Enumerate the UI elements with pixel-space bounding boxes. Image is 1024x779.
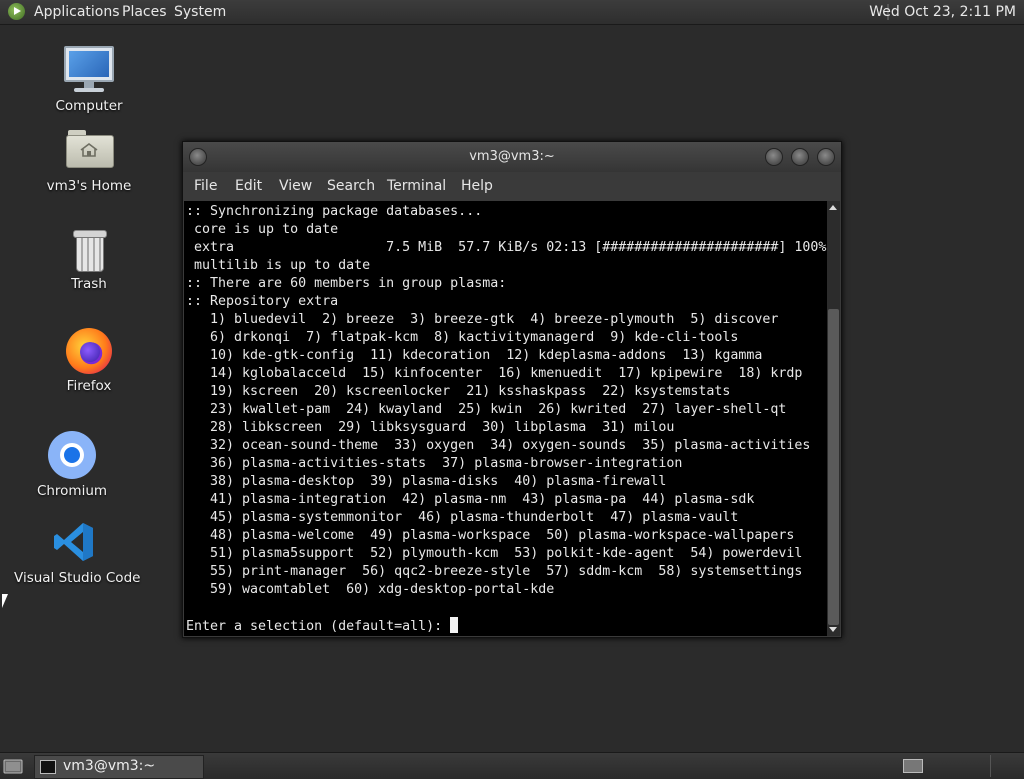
firefox-icon [66, 328, 112, 374]
menu-applications[interactable]: Applications [34, 4, 120, 20]
terminal-line: multilib is up to date [186, 258, 371, 273]
terminal-prompt: Enter a selection (default=all): [186, 619, 451, 634]
terminal-line: 48) plasma-welcome 49) plasma-workspace … [186, 528, 795, 543]
menu-edit[interactable]: Edit [235, 178, 262, 194]
terminal-cursor [450, 617, 459, 633]
terminal-line: core is up to date [186, 222, 339, 237]
clock[interactable]: Wed Oct 23, 2:11 PM [869, 4, 1016, 20]
menu-help[interactable]: Help [461, 178, 493, 194]
menu-terminal[interactable]: Terminal [387, 178, 446, 194]
computer-icon [44, 46, 134, 92]
menu-view[interactable]: View [279, 178, 312, 194]
scroll-down-arrow-icon[interactable] [829, 627, 837, 632]
terminal-line: :: There are 60 members in group plasma: [186, 276, 507, 291]
desktop-icon-computer[interactable]: Computer [44, 46, 134, 114]
maximize-button[interactable] [791, 148, 809, 166]
terminal-window[interactable]: vm3@vm3:~ File Edit View Search Terminal… [182, 141, 842, 638]
taskbar-button-label: vm3@vm3:~ [63, 758, 156, 774]
window-menu-button[interactable] [189, 148, 207, 166]
terminal-line: :: Synchronizing package databases... [186, 204, 483, 219]
terminal-icon [40, 760, 56, 774]
terminal-line: 59) wacomtablet 60) xdg-desktop-portal-k… [186, 582, 555, 597]
menu-system[interactable]: System [174, 4, 226, 20]
terminal-menubar: File Edit View Search Terminal Help [183, 172, 841, 200]
terminal-line: 14) kglobalacceld 15) kinfocenter 16) km… [186, 366, 803, 381]
taskbar-button-terminal[interactable]: vm3@vm3:~ [34, 755, 204, 779]
terminal-line: extra 7.5 MiB 57.7 KiB/s 02:13 [########… [186, 240, 827, 255]
menu-search[interactable]: Search [327, 178, 375, 194]
scrollbar-thumb[interactable] [828, 309, 839, 625]
desktop-icon-vscode[interactable]: Visual Studio Code [14, 520, 141, 586]
desktop-icon-label: Computer [55, 98, 123, 114]
terminal-line: 28) libkscreen 29) libksysguard 30) libp… [186, 420, 675, 435]
show-desktop-icon[interactable] [3, 757, 23, 775]
desktop-icon-chromium[interactable]: Chromium [22, 431, 122, 499]
desktop-icon-label: vm3's Home [46, 178, 132, 194]
terminal-line: 55) print-manager 56) qqc2-breeze-style … [186, 564, 803, 579]
menu-file[interactable]: File [194, 178, 217, 194]
desktop-icon-home[interactable]: vm3's Home [44, 130, 134, 194]
terminal-output[interactable]: :: Synchronizing package databases... co… [184, 201, 827, 636]
desktop-icon-label: Chromium [36, 483, 108, 499]
menu-places[interactable]: Places [122, 4, 167, 20]
trash-icon [72, 230, 107, 272]
terminal-line: 45) plasma-systemmonitor 46) plasma-thun… [186, 510, 739, 525]
desktop-icon-firefox[interactable]: Firefox [44, 328, 134, 394]
workspace-switcher[interactable] [903, 759, 923, 773]
desktop-icon-label: Visual Studio Code [14, 570, 141, 586]
desktop-icon-label: Firefox [66, 378, 112, 394]
chromium-icon [48, 431, 96, 479]
terminal-line: 6) drkonqi 7) flatpak-kcm 8) kactivityma… [186, 330, 739, 345]
minimize-button[interactable] [765, 148, 783, 166]
terminal-line: 36) plasma-activities-stats 37) plasma-b… [186, 456, 683, 471]
terminal-line: 41) plasma-integration 42) plasma-nm 43)… [186, 492, 755, 507]
terminal-line: 32) ocean-sound-theme 33) oxygen 34) oxy… [186, 438, 811, 453]
terminal-line: :: Repository extra [186, 294, 339, 309]
desktop-icon-trash[interactable]: Trash [44, 230, 134, 292]
desktop-icon-label: Trash [71, 276, 107, 292]
terminal-line: 23) kwallet-pam 24) kwayland 25) kwin 26… [186, 402, 787, 417]
close-button[interactable] [817, 148, 835, 166]
window-title: vm3@vm3:~ [469, 149, 555, 164]
terminal-scrollbar[interactable] [827, 201, 840, 636]
home-folder-icon [66, 130, 114, 168]
bottom-panel: vm3@vm3:~ [0, 752, 1024, 779]
terminal-prompt-line[interactable]: Enter a selection (default=all): [186, 617, 826, 635]
scroll-up-arrow-icon[interactable] [829, 205, 837, 210]
terminal-line: 38) plasma-desktop 39) plasma-disks 40) … [186, 474, 667, 489]
terminal-line: 19) kscreen 20) kscreenlocker 21) ksshas… [186, 384, 731, 399]
applications-logo-icon[interactable] [8, 3, 25, 20]
terminal-line: 1) bluedevil 2) breeze 3) breeze-gtk 4) … [186, 312, 779, 327]
mouse-pointer-icon [2, 594, 8, 608]
terminal-line: 10) kde-gtk-config 11) kdecoration 12) k… [186, 348, 763, 363]
top-panel: Applications Places System Wed Oct 23, 2… [0, 0, 1024, 25]
window-titlebar[interactable]: vm3@vm3:~ [183, 142, 841, 172]
terminal-line: 51) plasma5support 52) plymouth-kcm 53) … [186, 546, 803, 561]
panel-separator [990, 755, 991, 777]
vscode-icon [54, 523, 93, 561]
